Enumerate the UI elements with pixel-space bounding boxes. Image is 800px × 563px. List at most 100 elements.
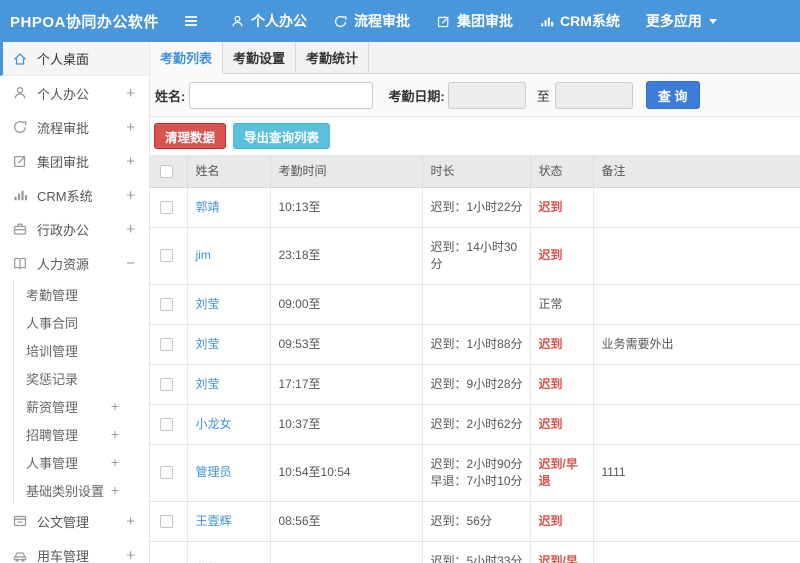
- sidebar-submenu: 考勤管理 人事合同 培训管理 奖惩记录 薪资管理 + 招聘管理 + 人事管理 + 基础类别设置 +: [13, 280, 149, 504]
- query-button[interactable]: 查 询: [645, 81, 700, 109]
- name-input[interactable]: [189, 81, 374, 109]
- row-checkbox[interactable]: [160, 466, 173, 480]
- sidebar-subitem-label: 人事管理: [26, 455, 79, 471]
- expand-toggle-icon[interactable]: +: [111, 426, 119, 442]
- top-nav: 个人办公 流程审批 集团审批 CRM系统 更多应用: [204, 11, 717, 31]
- car-icon: [12, 547, 28, 563]
- topnav-label: CRM系统: [560, 13, 620, 29]
- expand-toggle-icon[interactable]: +: [111, 398, 119, 414]
- topnav-label: 个人办公: [251, 13, 307, 29]
- expand-toggle-icon[interactable]: +: [126, 119, 135, 136]
- expand-toggle-icon[interactable]: +: [126, 187, 135, 204]
- topnav-item-chart[interactable]: CRM系统: [539, 11, 620, 31]
- content-area: 考勤列表 考勤设置 考勤统计 姓名: 考勤日期: 至 查 询 清理数据 导出查询…: [150, 42, 800, 563]
- expand-toggle-icon[interactable]: +: [111, 454, 119, 470]
- status-badge: 迟到: [538, 248, 563, 262]
- topnav-item-edit[interactable]: 集团审批: [436, 11, 513, 31]
- hamburger-icon[interactable]: [182, 12, 204, 30]
- caret-down-icon: [708, 18, 717, 24]
- sidebar-item-edit[interactable]: 集团审批 +: [0, 144, 149, 178]
- employee-name-link[interactable]: jim: [196, 248, 211, 262]
- date-label: 考勤日期:: [388, 88, 445, 104]
- row-checkbox[interactable]: [160, 417, 173, 431]
- sidebar-item-car[interactable]: 用车管理 +: [0, 538, 149, 563]
- duration-cell: 迟到：5小时33分早退：4小时67分: [421, 540, 530, 563]
- col-status: 状态: [529, 155, 593, 188]
- expand-toggle-icon[interactable]: +: [111, 482, 119, 498]
- topnav-item-user[interactable]: 个人办公: [230, 11, 307, 31]
- row-checkbox[interactable]: [160, 297, 173, 311]
- tab-attendance-settings[interactable]: 考勤设置: [223, 42, 297, 73]
- sidebar-item-flow[interactable]: 流程审批 +: [0, 110, 149, 144]
- expand-toggle-icon[interactable]: −: [126, 255, 135, 272]
- row-checkbox[interactable]: [160, 514, 173, 528]
- select-all-checkbox[interactable]: [160, 164, 173, 178]
- employee-name-link[interactable]: 小龙女: [196, 417, 232, 431]
- employee-name-link[interactable]: 刘莹: [196, 337, 220, 351]
- sidebar-item-book[interactable]: 人力资源 −: [0, 246, 149, 280]
- sidebar-subitem[interactable]: 薪资管理 +: [14, 392, 149, 420]
- table-row: 管理员 10:54至10:54 迟到：2小时90分 早退：7小时10分 迟到/早退 111…: [150, 443, 800, 501]
- tab-strip: 考勤列表 考勤设置 考勤统计: [150, 42, 800, 74]
- tab-attendance-list[interactable]: 考勤列表: [150, 42, 224, 73]
- sidebar-subitem[interactable]: 人事合同: [14, 308, 149, 336]
- duration-cell: 迟到：14小时30分: [421, 226, 530, 284]
- name-label: 姓名:: [155, 88, 186, 104]
- remark-cell: [592, 226, 800, 284]
- row-checkbox[interactable]: [160, 337, 173, 351]
- sidebar-item-briefcase[interactable]: 行政办公 +: [0, 212, 149, 246]
- sidebar-subitem[interactable]: 培训管理: [14, 336, 149, 364]
- date-from-input[interactable]: [447, 81, 526, 109]
- sidebar-subitem[interactable]: 招聘管理 +: [14, 420, 149, 448]
- expand-toggle-icon[interactable]: +: [126, 85, 135, 102]
- table-header-row: 姓名 考勤时间 时长 状态 备注: [150, 155, 800, 188]
- col-remark: 备注: [592, 155, 800, 188]
- expand-toggle-icon[interactable]: +: [126, 221, 135, 238]
- sidebar-subitem[interactable]: 人事管理 +: [14, 448, 149, 476]
- col-name: 姓名: [186, 155, 270, 188]
- attendance-time-cell: 23:18至: [269, 226, 422, 284]
- sidebar-item-doc[interactable]: 公文管理 +: [0, 504, 149, 538]
- sidebar-subitem[interactable]: 基础类别设置 +: [14, 476, 149, 504]
- employee-name-link[interactable]: 王壹辉: [196, 514, 232, 528]
- topnav-item-caret[interactable]: 更多应用: [646, 11, 717, 31]
- table-row: 刘莹 17:17至 迟到：9小时28分 迟到: [150, 363, 800, 404]
- topnav-item-flow[interactable]: 流程审批: [333, 11, 410, 31]
- sidebar-subitem[interactable]: 考勤管理: [14, 280, 149, 308]
- remark-cell: [592, 187, 800, 227]
- remark-cell: [592, 283, 800, 324]
- employee-name-link[interactable]: 刘莹: [196, 297, 220, 311]
- app-logo: PHPOA协同办公软件: [10, 13, 159, 31]
- attendance-time-cell: 17:17至: [269, 363, 422, 404]
- clean-data-button[interactable]: 清理数据: [154, 123, 227, 149]
- edit-icon: [436, 14, 451, 29]
- tab-attendance-stats[interactable]: 考勤统计: [296, 42, 370, 73]
- row-checkbox[interactable]: [160, 249, 173, 263]
- sidebar-item-home[interactable]: 个人桌面: [0, 42, 149, 76]
- chart-icon: [539, 14, 554, 29]
- duration-cell: 迟到：1小时88分: [421, 323, 530, 364]
- sidebar-subitem-label: 薪资管理: [26, 399, 79, 415]
- date-to-input[interactable]: [554, 81, 633, 109]
- attendance-table: 姓名 考勤时间 时长 状态 备注 郭靖 10:13至 迟到：1小时22分 迟到 jim 2…: [150, 155, 800, 563]
- sidebar-subitem-label: 人事合同: [26, 315, 79, 331]
- employee-name-link[interactable]: 郭靖: [196, 200, 220, 214]
- sidebar-item-label: 集团审批: [37, 154, 90, 170]
- status-badge: 迟到: [538, 199, 563, 214]
- expand-toggle-icon[interactable]: +: [126, 153, 135, 170]
- sidebar-item-label: 人力资源: [37, 256, 90, 272]
- employee-name-link[interactable]: 刘莹: [196, 377, 220, 391]
- duration-line: 迟到：9小时28分: [430, 376, 523, 391]
- row-checkbox[interactable]: [160, 377, 173, 391]
- expand-toggle-icon[interactable]: +: [126, 513, 135, 530]
- table-row: 刘莹 09:53至 迟到：1小时88分 迟到 业务需要外出: [150, 323, 800, 364]
- export-list-button[interactable]: 导出查询列表: [233, 123, 331, 149]
- expand-toggle-icon[interactable]: +: [126, 547, 135, 563]
- sidebar-subitem[interactable]: 奖惩记录: [14, 364, 149, 392]
- sidebar-item-chart[interactable]: CRM系统 +: [0, 178, 149, 212]
- row-checkbox[interactable]: [160, 200, 173, 214]
- sidebar-item-user[interactable]: 个人办公 +: [0, 76, 149, 110]
- duration-line: 早退：7小时10分: [430, 473, 523, 488]
- remark-cell: [592, 500, 800, 541]
- employee-name-link[interactable]: 管理员: [196, 465, 232, 479]
